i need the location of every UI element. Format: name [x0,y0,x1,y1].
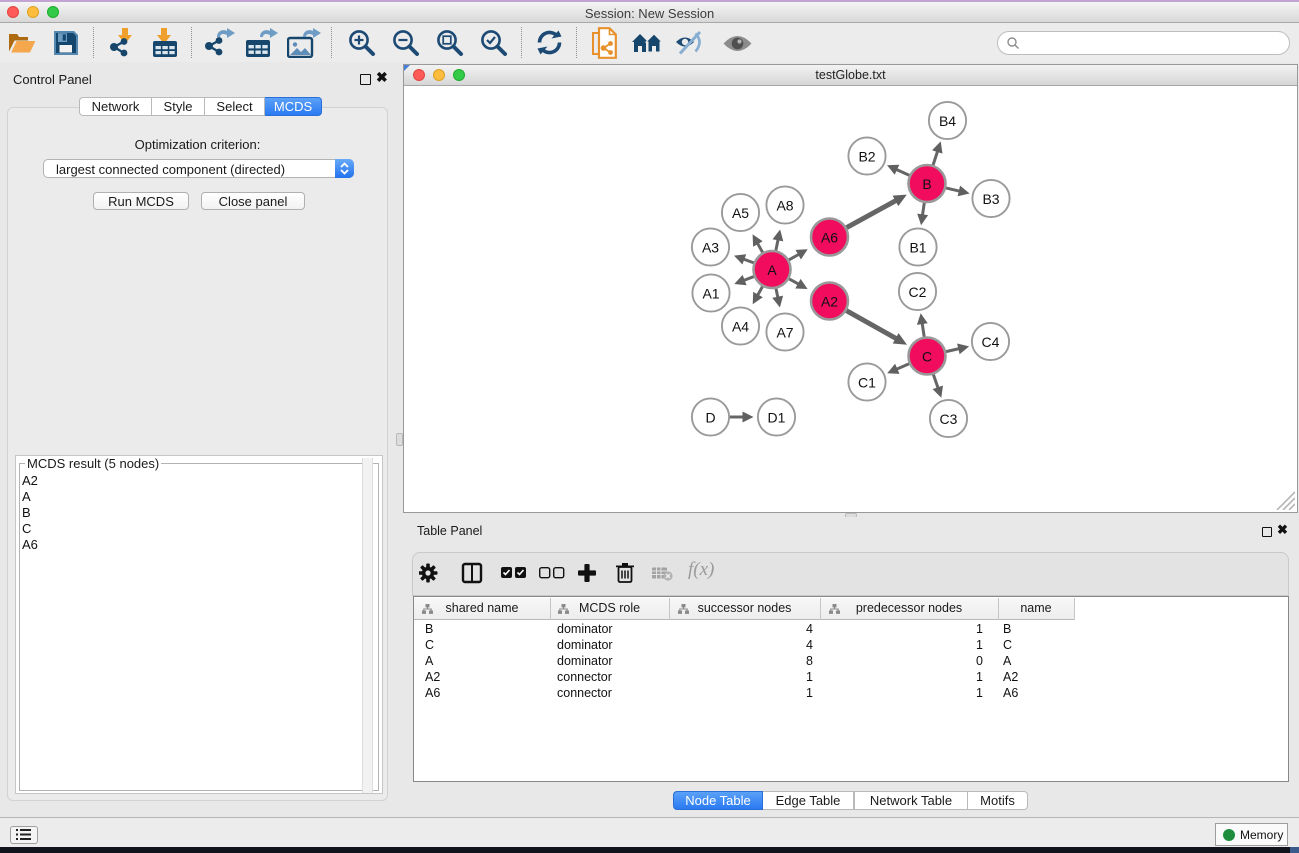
svg-text:C1: C1 [858,375,876,391]
svg-text:D1: D1 [768,410,786,426]
svg-text:C4: C4 [982,334,1000,350]
svg-text:B: B [922,176,931,192]
svg-text:B3: B3 [982,191,999,207]
svg-text:A5: A5 [732,205,749,221]
svg-text:C: C [922,349,932,365]
svg-text:A3: A3 [702,240,719,256]
svg-text:C3: C3 [940,411,958,427]
svg-text:B2: B2 [858,149,875,165]
svg-text:B4: B4 [939,113,956,129]
svg-text:B1: B1 [909,240,926,256]
svg-text:A: A [767,262,777,278]
svg-text:D: D [705,410,715,426]
svg-text:A7: A7 [776,325,793,341]
svg-text:A2: A2 [821,294,838,310]
svg-text:C2: C2 [909,284,927,300]
svg-text:A4: A4 [732,319,749,335]
svg-text:A1: A1 [702,286,719,302]
svg-text:A8: A8 [776,198,793,214]
svg-text:A6: A6 [821,230,838,246]
